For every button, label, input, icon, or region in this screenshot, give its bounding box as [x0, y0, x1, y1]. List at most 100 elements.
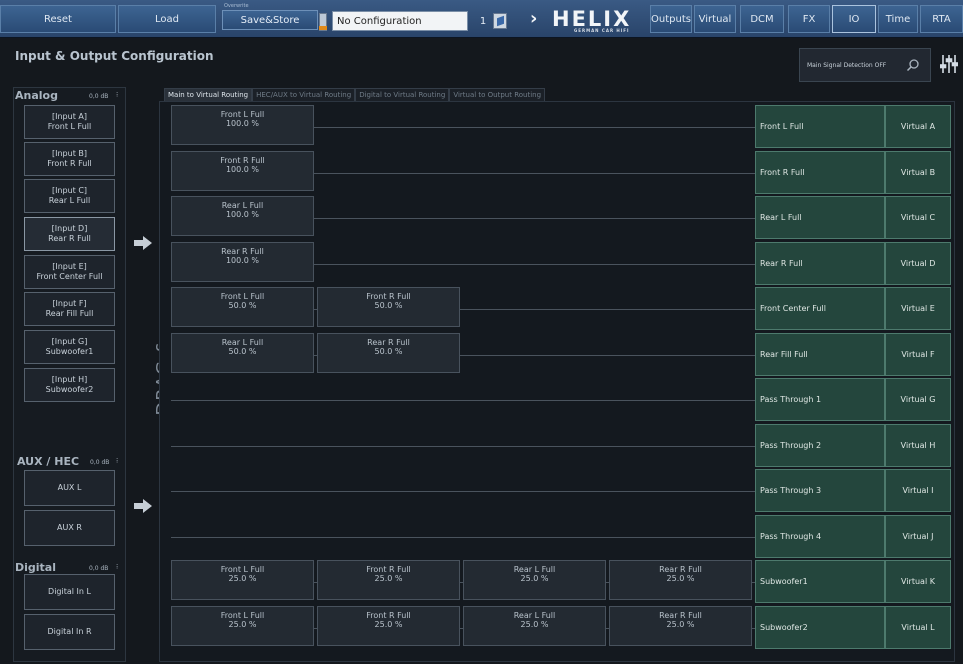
virtual-channel-name[interactable]: Rear Fill Full — [755, 333, 885, 376]
virtual-channel-name[interactable]: Front L Full — [755, 105, 885, 148]
tab-virtual-to-output[interactable]: Virtual to Output Routing — [449, 88, 546, 101]
tab-main-to-virtual[interactable]: Main to Virtual Routing — [164, 88, 253, 101]
overwrite-label: Overwrite — [224, 3, 249, 9]
logo-subtitle: GERMAN CAR HIFI — [574, 28, 630, 33]
routing-source-cell[interactable]: Front R Full 100.0 % — [171, 151, 314, 191]
routing-source-cell[interactable]: Rear R Full 25.0 % — [609, 606, 752, 646]
routing-line — [171, 537, 755, 538]
virtual-channel-id[interactable]: Virtual G — [885, 378, 951, 421]
virtual-channel-name[interactable]: Subwoofer2 — [755, 606, 885, 649]
input-aux-l[interactable]: AUX L — [24, 470, 115, 506]
virtual-channel-name[interactable]: Rear L Full — [755, 196, 885, 239]
routing-source-cell[interactable]: Front R Full 25.0 % — [317, 560, 460, 600]
virtual-channel-id[interactable]: Virtual F — [885, 333, 951, 376]
mixer-settings-icon[interactable] — [940, 54, 958, 74]
input-name: Front R Full — [47, 159, 92, 168]
configuration-field[interactable]: No Configuration — [332, 11, 468, 31]
source-name: Rear L Full — [221, 338, 264, 347]
routing-source-cell[interactable]: Front R Full 50.0 % — [317, 287, 460, 327]
input-g[interactable]: [Input G] Subwoofer1 — [24, 330, 115, 364]
source-level: 25.0 % — [666, 620, 695, 629]
virtual-channel-name[interactable]: Front R Full — [755, 151, 885, 194]
source-level: 25.0 % — [228, 574, 257, 583]
routing-source-cell[interactable]: Rear L Full 100.0 % — [171, 196, 314, 236]
virtual-channel-id[interactable]: Virtual L — [885, 606, 951, 649]
tab-rta[interactable]: RTA — [920, 5, 963, 33]
virtual-channel-name[interactable]: Pass Through 3 — [755, 469, 885, 512]
source-name: Front R Full — [366, 565, 411, 574]
source-name: Front R Full — [220, 156, 265, 165]
input-aux-r[interactable]: AUX R — [24, 510, 115, 546]
digital-gain-stepper-icon[interactable]: ⁝ — [116, 563, 118, 571]
input-e[interactable]: [Input E] Front Center Full — [24, 255, 115, 289]
routing-source-cell[interactable]: Rear L Full 50.0 % — [171, 333, 314, 373]
input-b[interactable]: [Input B] Front R Full — [24, 142, 115, 176]
input-d[interactable]: [Input D] Rear R Full — [24, 217, 115, 251]
virtual-channel-id[interactable]: Virtual C — [885, 196, 951, 239]
virtual-channel-name[interactable]: Subwoofer1 — [755, 560, 885, 603]
top-toolbar: Reset Load Overwrite Save&Store No Confi… — [0, 0, 963, 38]
input-a[interactable]: [Input A] Front L Full — [24, 105, 115, 139]
routing-source-cell[interactable]: Rear R Full 50.0 % — [317, 333, 460, 373]
overwrite-slider-knob[interactable] — [319, 26, 327, 30]
reset-button[interactable]: Reset — [0, 5, 116, 33]
source-name: Rear R Full — [659, 611, 702, 620]
virtual-channel-name[interactable]: Front Center Full — [755, 287, 885, 330]
analog-gain-stepper-icon[interactable]: ⁝ — [116, 91, 118, 99]
tab-virtual[interactable]: Virtual — [694, 5, 736, 33]
virtual-channel-id[interactable]: Virtual J — [885, 515, 951, 558]
input-name: Rear L Full — [48, 196, 91, 205]
source-level: 100.0 % — [225, 119, 260, 128]
tab-outputs[interactable]: Outputs — [650, 5, 692, 33]
tab-hec-aux-to-virtual[interactable]: HEC/AUX to Virtual Routing — [252, 88, 356, 101]
source-name: Front L Full — [220, 611, 265, 620]
load-button[interactable]: Load — [118, 5, 216, 33]
save-store-button[interactable]: Save&Store — [222, 10, 318, 30]
routing-source-cell[interactable]: Rear L Full 25.0 % — [463, 606, 606, 646]
input-id: [Input B] — [52, 149, 87, 158]
digital-gain[interactable]: 0,0 dB — [89, 565, 108, 572]
virtual-channel-id[interactable]: Virtual A — [885, 105, 951, 148]
routing-source-cell[interactable]: Front L Full 25.0 % — [171, 560, 314, 600]
routing-source-cell[interactable]: Rear L Full 25.0 % — [463, 560, 606, 600]
tab-io[interactable]: IO — [832, 5, 876, 33]
input-h[interactable]: [Input H] Subwoofer2 — [24, 368, 115, 402]
virtual-channel-name[interactable]: Pass Through 1 — [755, 378, 885, 421]
routing-source-cell[interactable]: Front L Full 25.0 % — [171, 606, 314, 646]
routing-source-cell[interactable]: Front L Full 100.0 % — [171, 105, 314, 145]
virtual-channel-id[interactable]: Virtual K — [885, 560, 951, 603]
virtual-channel-id[interactable]: Virtual B — [885, 151, 951, 194]
drag-arrow-icon — [134, 499, 152, 513]
tab-dcm[interactable]: DCM — [740, 5, 784, 33]
routing-source-cell[interactable]: Rear R Full 100.0 % — [171, 242, 314, 282]
analog-gain[interactable]: 0,0 dB — [89, 93, 108, 100]
aux-gain[interactable]: 0,0 dB — [90, 459, 109, 466]
tab-fx[interactable]: FX — [788, 5, 830, 33]
routing-line — [171, 446, 755, 447]
routing-source-cell[interactable]: Rear R Full 25.0 % — [609, 560, 752, 600]
virtual-channel-name[interactable]: Pass Through 2 — [755, 424, 885, 467]
virtual-channel-name[interactable]: Pass Through 4 — [755, 515, 885, 558]
input-f[interactable]: [Input F] Rear Fill Full — [24, 292, 115, 326]
input-name: Front L Full — [47, 122, 92, 131]
input-digital-l[interactable]: Digital In L — [24, 574, 115, 610]
input-c[interactable]: [Input C] Rear L Full — [24, 179, 115, 213]
main-signal-detection-button[interactable]: Main Signal Detection OFF — [799, 48, 931, 82]
drag-arrow-icon — [134, 236, 152, 250]
routing-source-cell[interactable]: Front R Full 25.0 % — [317, 606, 460, 646]
virtual-channel-id[interactable]: Virtual D — [885, 242, 951, 285]
edit-configuration-icon[interactable] — [493, 13, 507, 29]
virtual-channel-id[interactable]: Virtual E — [885, 287, 951, 330]
virtual-channel-name[interactable]: Rear R Full — [755, 242, 885, 285]
tab-time[interactable]: Time — [878, 5, 918, 33]
input-digital-r[interactable]: Digital In R — [24, 614, 115, 650]
aux-gain-stepper-icon[interactable]: ⁝ — [116, 457, 118, 465]
virtual-channel-id[interactable]: Virtual I — [885, 469, 951, 512]
virtual-channel-id[interactable]: Virtual H — [885, 424, 951, 467]
tab-digital-to-virtual[interactable]: Digital to Virtual Routing — [355, 88, 450, 101]
digital-section-title: Digital — [15, 561, 56, 574]
source-name: Front R Full — [366, 611, 411, 620]
routing-line — [171, 400, 755, 401]
routing-source-cell[interactable]: Front L Full 50.0 % — [171, 287, 314, 327]
source-name: Rear R Full — [659, 565, 702, 574]
